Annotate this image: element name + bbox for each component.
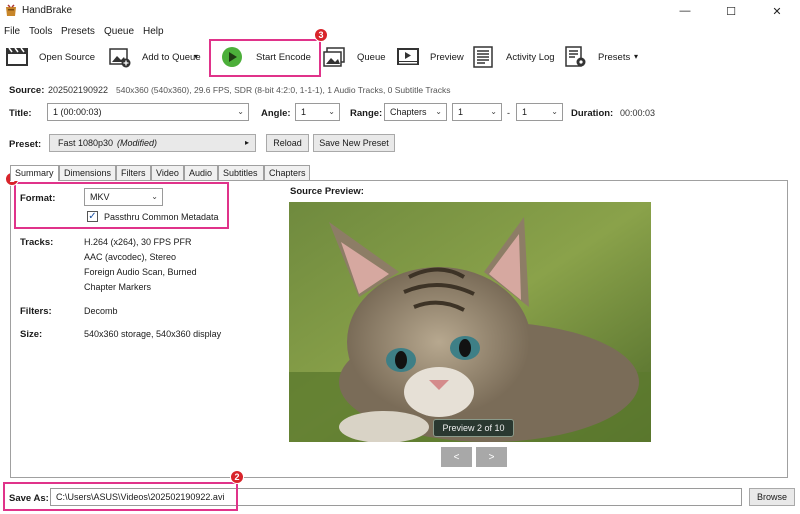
presets-gear-icon: [565, 46, 586, 67]
save-as-highlight: [3, 482, 238, 511]
range-separator: -: [507, 108, 510, 118]
preview-screen-icon: [397, 48, 419, 65]
track-item: Foreign Audio Scan, Burned: [84, 267, 197, 277]
format-highlight: [14, 182, 229, 229]
preview-caption: Preview 2 of 10: [433, 419, 514, 437]
source-details: 540x360 (540x360), 29.6 FPS, SDR (8-bit …: [116, 85, 451, 95]
range-start-select[interactable]: 1 ⌄: [452, 103, 502, 121]
tab-video[interactable]: Video: [151, 165, 184, 180]
preview-prev-button[interactable]: <: [441, 447, 472, 467]
title-bar: HandBrake — ☐ ✕: [0, 0, 800, 22]
save-new-preset-button[interactable]: Save New Preset: [313, 134, 395, 152]
presets-dropdown-icon[interactable]: ▾: [634, 52, 638, 61]
add-to-queue-label: Add to Queue: [142, 52, 201, 63]
add-image-icon: [109, 48, 131, 68]
start-encode-highlight: [209, 39, 321, 77]
chevron-down-icon: ⌄: [328, 107, 335, 116]
source-label: Source:: [9, 85, 45, 96]
handbrake-app-icon: [6, 4, 16, 16]
range-end-value: 1: [522, 107, 528, 117]
menu-file[interactable]: File: [4, 26, 20, 37]
annotation-badge-3: 3: [314, 28, 328, 42]
open-source-label: Open Source: [39, 52, 95, 63]
preview-button[interactable]: Preview: [396, 45, 466, 69]
track-item: H.264 (x264), 30 FPS PFR: [84, 237, 192, 247]
film-clapper-icon: [6, 47, 28, 66]
range-type-value: Chapters: [390, 107, 427, 117]
tab-audio[interactable]: Audio: [184, 165, 218, 180]
presets-label: Presets: [598, 52, 631, 63]
window-title: HandBrake: [22, 5, 73, 16]
preset-value: Fast 1080p30: [58, 138, 114, 148]
tracks-label: Tracks:: [20, 237, 54, 248]
chevron-down-icon: ⌄: [490, 107, 497, 116]
range-start-value: 1: [458, 107, 464, 117]
chevron-down-icon: ⌄: [237, 107, 244, 116]
tab-dimensions[interactable]: Dimensions: [59, 165, 116, 180]
close-button[interactable]: ✕: [754, 0, 800, 22]
add-to-queue-button[interactable]: Add to Queue ▾: [106, 45, 206, 69]
menu-queue[interactable]: Queue: [104, 26, 134, 37]
annotation-badge-2: 2: [230, 470, 244, 484]
chevron-right-icon: ▸: [244, 138, 249, 147]
browse-button[interactable]: Browse: [749, 488, 795, 506]
range-label: Range:: [350, 108, 383, 119]
filters-value: Decomb: [84, 306, 118, 316]
preset-selector[interactable]: Fast 1080p30 (Modified) ▸: [49, 134, 256, 152]
menu-help[interactable]: Help: [143, 26, 164, 37]
menu-tools[interactable]: Tools: [29, 26, 52, 37]
angle-select[interactable]: 1 ⌄: [295, 103, 340, 121]
filters-label: Filters:: [20, 306, 52, 317]
track-item: Chapter Markers: [84, 282, 152, 292]
preset-modified: (Modified): [117, 138, 158, 148]
maximize-button[interactable]: ☐: [708, 0, 754, 22]
angle-value: 1: [301, 107, 307, 117]
reload-button[interactable]: Reload: [266, 134, 309, 152]
chevron-down-icon: ⌄: [435, 107, 442, 116]
tab-chapters[interactable]: Chapters: [264, 165, 310, 180]
angle-label: Angle:: [261, 108, 291, 119]
track-item: AAC (avcodec), Stereo: [84, 252, 177, 262]
duration-label: Duration:: [571, 108, 614, 119]
range-type-select[interactable]: Chapters ⌄: [384, 103, 447, 121]
tab-summary[interactable]: Summary: [10, 165, 59, 181]
preview-label: Preview: [430, 52, 464, 63]
menu-presets[interactable]: Presets: [61, 26, 95, 37]
source-name: 202502190922: [48, 85, 109, 95]
title-label: Title:: [9, 108, 32, 119]
queue-label: Queue: [357, 52, 386, 63]
source-preview-label: Source Preview:: [290, 186, 364, 197]
queue-button[interactable]: Queue: [322, 45, 390, 69]
tab-subtitles[interactable]: Subtitles: [218, 165, 264, 180]
preview-next-button[interactable]: >: [476, 447, 507, 467]
queue-images-icon: [323, 47, 345, 67]
range-end-select[interactable]: 1 ⌄: [516, 103, 563, 121]
size-value: 540x360 storage, 540x360 display: [84, 329, 222, 339]
title-value: 1 (00:00:03): [53, 107, 102, 117]
title-select[interactable]: 1 (00:00:03) ⌄: [47, 103, 249, 121]
source-preview-image: [289, 202, 651, 442]
preset-label: Preset:: [9, 139, 42, 150]
minimize-button[interactable]: —: [662, 0, 708, 22]
activity-log-label: Activity Log: [506, 52, 555, 63]
open-source-button[interactable]: Open Source: [3, 45, 98, 69]
add-to-queue-dropdown-icon[interactable]: ▾: [194, 52, 198, 61]
activity-log-button[interactable]: Activity Log: [472, 45, 556, 69]
activity-log-icon: [473, 46, 493, 68]
size-label: Size:: [20, 329, 43, 340]
chevron-down-icon: ⌄: [551, 107, 558, 116]
tab-filters[interactable]: Filters: [116, 165, 151, 180]
duration-value: 00:00:03: [620, 108, 656, 118]
presets-button[interactable]: Presets ▾: [564, 45, 644, 69]
